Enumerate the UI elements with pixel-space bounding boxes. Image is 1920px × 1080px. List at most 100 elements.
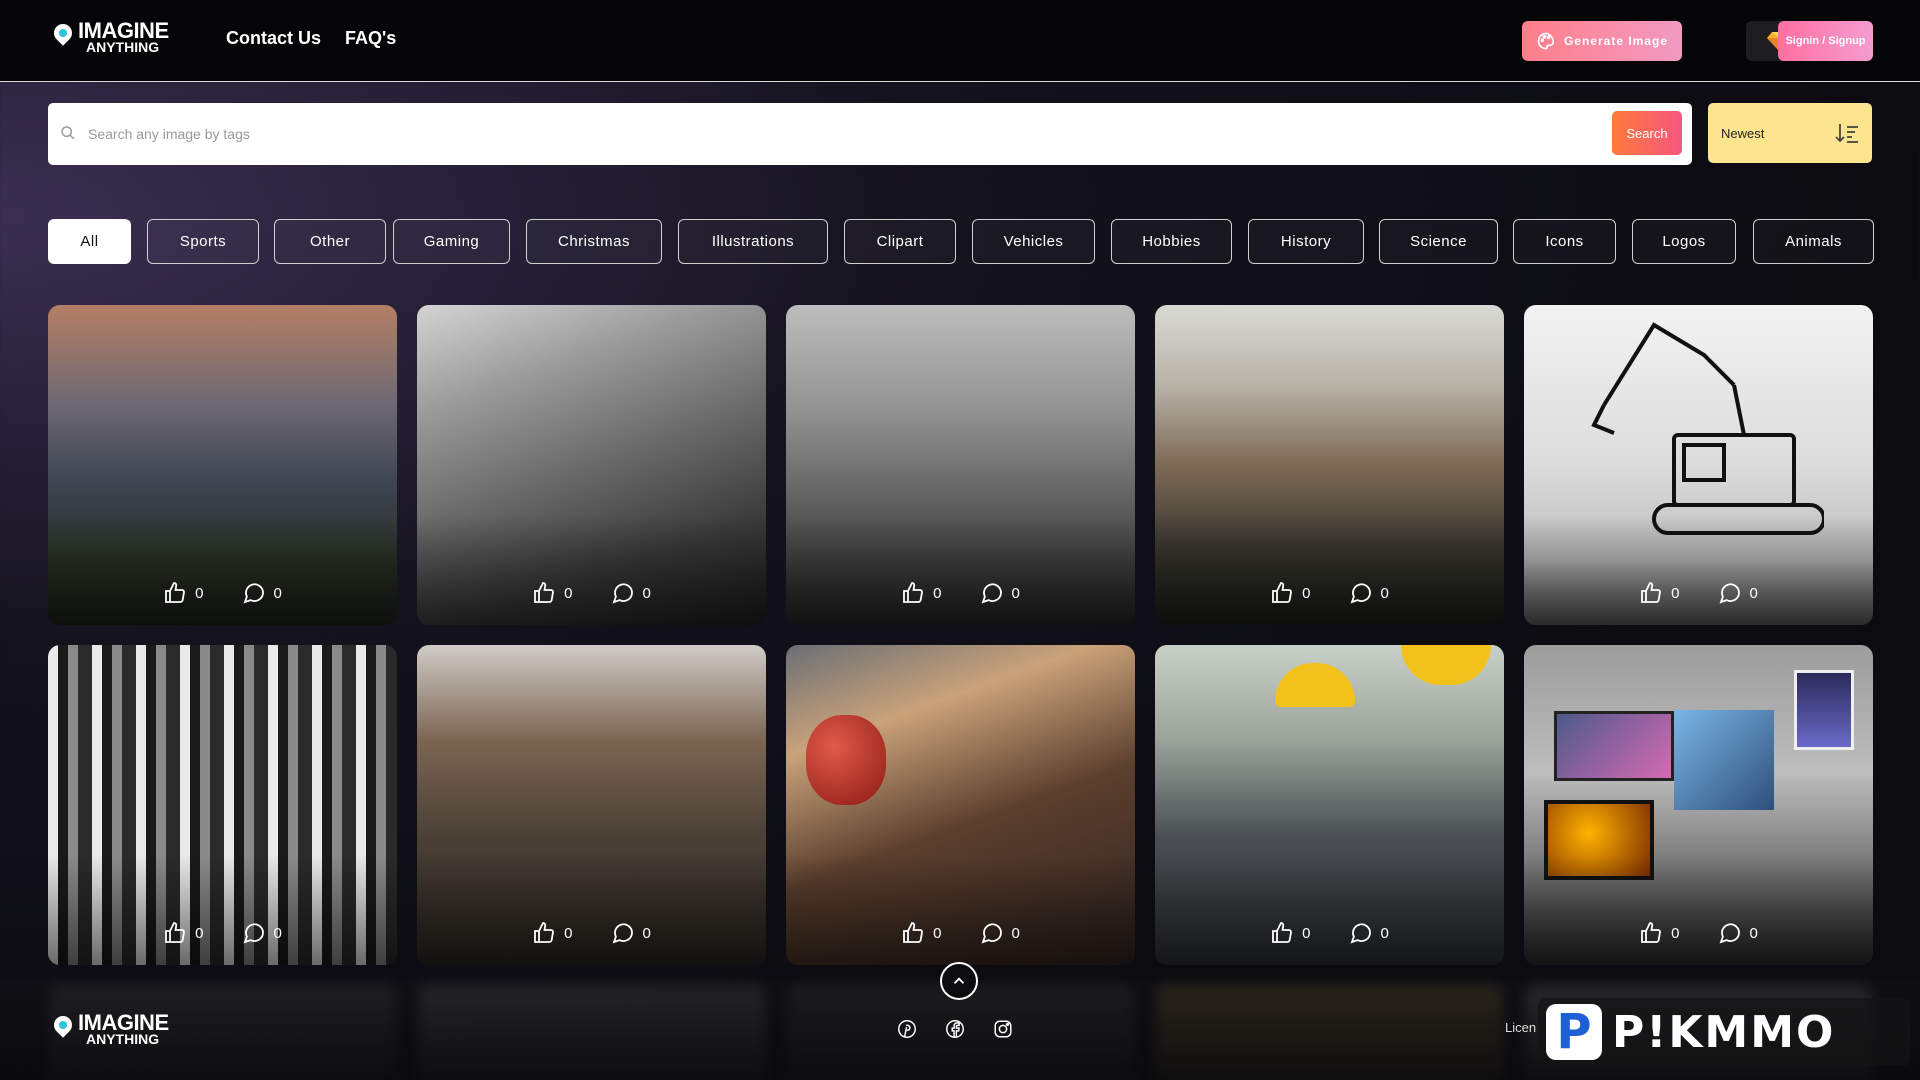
like-count: 0 (195, 584, 204, 602)
like-button[interactable]: 0 (532, 921, 573, 945)
tag-all[interactable]: All (48, 219, 131, 264)
like-button[interactable]: 0 (1639, 581, 1680, 605)
tag-vehicles[interactable]: Vehicles (972, 219, 1095, 264)
comment-icon (612, 583, 633, 604)
like-button[interactable]: 0 (532, 581, 573, 605)
comment-button[interactable]: 0 (242, 921, 282, 945)
main-nav: Contact Us FAQ's (226, 28, 396, 49)
comment-count: 0 (642, 584, 651, 602)
gallery-card[interactable]: 0 0 (786, 645, 1135, 965)
comment-button[interactable]: 0 (1718, 921, 1758, 945)
like-button[interactable]: 0 (163, 921, 204, 945)
nav-contact-us[interactable]: Contact Us (226, 28, 321, 49)
location-pin-icon (52, 1014, 74, 1044)
pinterest-icon[interactable] (896, 1018, 918, 1040)
tag-other[interactable]: Other (274, 219, 386, 264)
sort-select[interactable]: Newest (1708, 103, 1872, 163)
footer-links: Licen (1505, 1020, 1536, 1035)
gallery-card[interactable]: 0 0 (48, 645, 397, 965)
tag-clipart[interactable]: Clipart (844, 219, 956, 264)
red-vase-shape (806, 715, 886, 805)
site-logo[interactable]: IMAGINE ANYTHING (52, 20, 169, 55)
like-button[interactable]: 0 (163, 581, 204, 605)
like-button[interactable]: 0 (1270, 921, 1311, 945)
search-icon (61, 126, 75, 140)
comment-button[interactable]: 0 (611, 921, 651, 945)
gallery-card[interactable]: 0 0 (48, 305, 397, 625)
footer-logo[interactable]: IMAGINE ANYTHING (52, 1012, 169, 1046)
comment-count: 0 (1380, 584, 1389, 602)
comment-button[interactable]: 0 (980, 921, 1020, 945)
generate-image-label: Generate Image (1563, 34, 1669, 48)
gallery-card[interactable]: 0 0 (786, 305, 1135, 625)
tag-gaming[interactable]: Gaming (393, 219, 510, 264)
comment-button[interactable]: 0 (1349, 921, 1389, 945)
comment-button[interactable]: 0 (1349, 581, 1389, 605)
like-button[interactable]: 0 (1270, 581, 1311, 605)
comment-icon (1719, 583, 1740, 604)
tag-logos[interactable]: Logos (1632, 219, 1736, 264)
gallery-card[interactable]: 0 0 (417, 305, 766, 625)
thumbs-up-icon (903, 922, 924, 943)
thumbs-up-icon (1641, 922, 1662, 943)
generate-image-button[interactable]: Generate Image (1522, 21, 1682, 61)
tag-illustrations[interactable]: Illustrations (678, 219, 828, 264)
watermark-text: P!KMMO (1612, 1006, 1836, 1058)
gallery-card[interactable]: 0 0 (1155, 645, 1504, 965)
signin-signup-button[interactable]: Signin / Signup (1778, 21, 1873, 61)
like-count: 0 (933, 924, 942, 942)
tag-christmas[interactable]: Christmas (526, 219, 662, 264)
gallery-card[interactable]: 0 0 (1524, 645, 1873, 965)
comment-button[interactable]: 0 (1718, 581, 1758, 605)
like-count: 0 (933, 584, 942, 602)
comment-button[interactable]: 0 (611, 581, 651, 605)
gallery-card[interactable]: 0 0 (1155, 305, 1504, 625)
like-count: 0 (564, 924, 573, 942)
hard-hat-shape (1401, 645, 1491, 685)
monitor-shape (1554, 711, 1674, 781)
search-button[interactable]: Search (1612, 111, 1682, 155)
comment-count: 0 (273, 924, 282, 942)
footer-link-license[interactable]: Licen (1505, 1020, 1536, 1035)
tag-sports[interactable]: Sports (147, 219, 259, 264)
comment-count: 0 (642, 924, 651, 942)
sort-selected-label: Newest (1721, 125, 1765, 141)
nav-faqs[interactable]: FAQ's (345, 28, 396, 49)
thumbs-up-icon (1272, 922, 1293, 943)
tag-animals[interactable]: Animals (1753, 219, 1874, 264)
comment-button[interactable]: 0 (242, 581, 282, 605)
like-button[interactable]: 0 (1639, 921, 1680, 945)
like-count: 0 (1671, 924, 1680, 942)
thumbs-up-icon (534, 922, 555, 943)
comment-icon (981, 923, 1002, 944)
excavator-illustration (1591, 322, 1824, 535)
search-input[interactable] (88, 117, 1488, 151)
gallery-card[interactable]: 0 0 (1524, 305, 1873, 625)
thumbs-up-icon (1272, 582, 1293, 603)
tag-hobbies[interactable]: Hobbies (1111, 219, 1232, 264)
chevron-up-icon (953, 977, 965, 984)
thumbs-up-icon (165, 582, 186, 603)
like-button[interactable]: 0 (901, 581, 942, 605)
location-pin-icon (52, 22, 74, 52)
comment-button[interactable]: 0 (980, 581, 1020, 605)
hard-hat-shape (1275, 663, 1355, 707)
palette-icon (1537, 32, 1555, 50)
scroll-to-top-button[interactable] (940, 962, 978, 1000)
comment-count: 0 (273, 584, 282, 602)
comment-icon (1350, 923, 1371, 944)
tag-history[interactable]: History (1248, 219, 1364, 264)
like-count: 0 (1302, 924, 1311, 942)
like-button[interactable]: 0 (901, 921, 942, 945)
like-count: 0 (1671, 584, 1680, 602)
thumbs-up-icon (1641, 582, 1662, 603)
like-count: 0 (195, 924, 204, 942)
logo-line-2: ANYTHING (86, 38, 160, 55)
tag-science[interactable]: Science (1379, 219, 1498, 264)
facebook-icon[interactable] (944, 1018, 966, 1040)
comment-icon (612, 923, 633, 944)
thumbs-up-icon (903, 582, 924, 603)
gallery-card[interactable]: 0 0 (417, 645, 766, 965)
tag-icons[interactable]: Icons (1513, 219, 1616, 264)
instagram-icon[interactable] (992, 1018, 1014, 1040)
